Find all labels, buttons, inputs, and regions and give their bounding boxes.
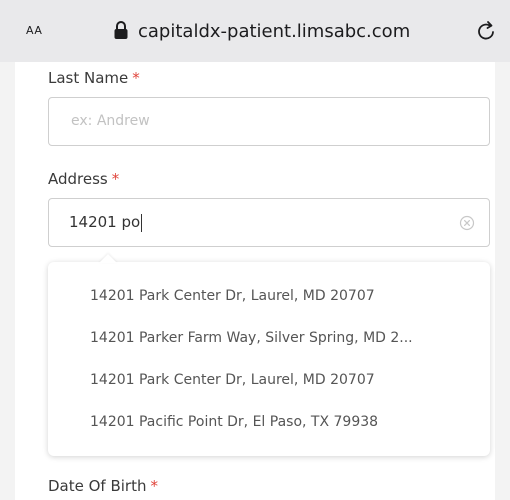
dropdown-pointer	[99, 254, 117, 263]
address-value-text: 14201 po	[69, 213, 141, 231]
clear-icon[interactable]	[459, 215, 475, 231]
last-name-label-text: Last Name	[48, 69, 129, 87]
address-label-text: Address	[48, 170, 108, 188]
last-name-input[interactable]: ex: Andrew	[48, 97, 490, 146]
required-mark: *	[132, 69, 140, 87]
address-suggestions-dropdown: 14201 Park Center Dr, Laurel, MD 20707 1…	[48, 254, 490, 456]
date-of-birth-label-text: Date Of Birth	[48, 477, 147, 495]
address-input[interactable]: 14201 po	[48, 198, 490, 247]
last-name-placeholder: ex: Andrew	[71, 113, 150, 129]
suggestion-item[interactable]: 14201 Park Center Dr, Laurel, MD 20707	[48, 276, 490, 316]
text-caret	[141, 213, 143, 232]
reload-icon[interactable]	[476, 19, 498, 43]
suggestion-item[interactable]: 14201 Park Center Dr, Laurel, MD 20707	[48, 360, 490, 400]
url-text: capitaldx-patient.limsabc.com	[138, 20, 411, 42]
address-input-value: 14201 po	[69, 213, 143, 232]
suggestion-item[interactable]: 14201 Parker Farm Way, Silver Spring, MD…	[48, 318, 490, 358]
address-label: Address *	[48, 170, 119, 188]
lock-icon	[114, 21, 128, 39]
last-name-label: Last Name *	[48, 69, 140, 87]
text-size-button[interactable]: AA	[26, 22, 42, 38]
suggestion-item[interactable]: 14201 Pacific Point Dr, El Paso, TX 7993…	[48, 402, 490, 442]
patient-form-page: Last Name * ex: Andrew Address * 14201 po …	[15, 62, 495, 500]
browser-address-bar: AA capitaldx-patient.limsabc.com	[0, 0, 510, 62]
required-mark: *	[150, 477, 159, 495]
date-of-birth-label: Date Of Birth *	[48, 477, 158, 495]
url-field[interactable]: capitaldx-patient.limsabc.com	[112, 18, 410, 44]
text-size-label: AA	[26, 24, 43, 37]
required-mark: *	[111, 170, 120, 188]
